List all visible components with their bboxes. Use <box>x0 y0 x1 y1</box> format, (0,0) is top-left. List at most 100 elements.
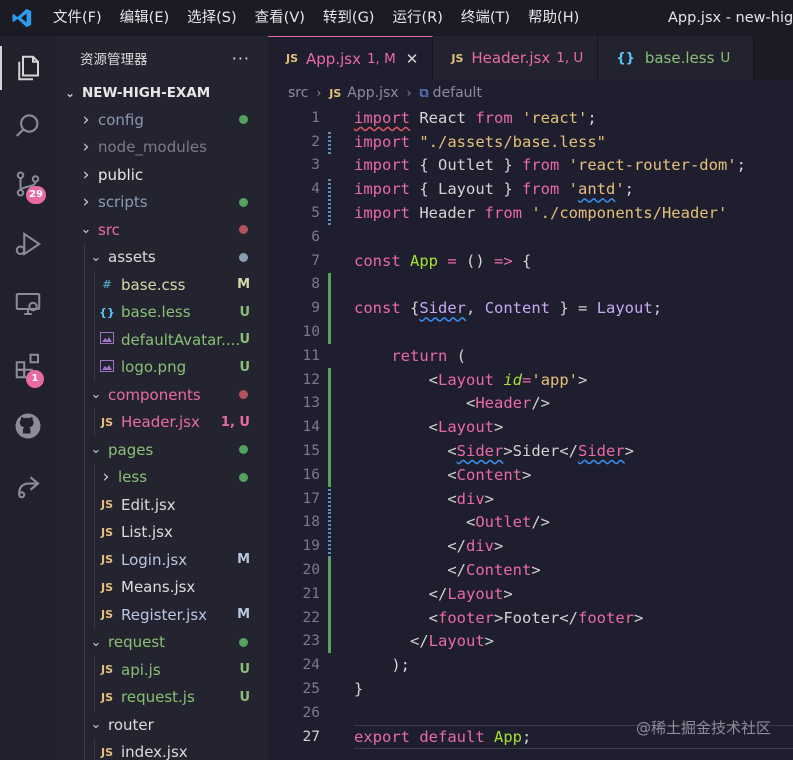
remote-explorer-button[interactable] <box>0 276 56 332</box>
menu-item[interactable]: 运行(R) <box>383 0 451 36</box>
workspace-root[interactable]: ⌄ NEW-HIGH-EXAM <box>56 80 268 106</box>
tree-folder[interactable]: › node_modules <box>56 134 268 162</box>
code-line[interactable]: 13 <Header/> <box>268 391 793 416</box>
search-button[interactable] <box>0 98 56 154</box>
tree-folder[interactable]: › public <box>56 161 268 189</box>
editor-tab[interactable]: JS App.jsx 1, M ✕ <box>268 36 434 80</box>
tree-file[interactable]: # base.css M <box>56 271 268 299</box>
tree-folder[interactable]: › less <box>56 463 268 491</box>
indent-guide <box>94 546 95 574</box>
breadcrumb: src › JS App.jsx › ⧉ default <box>268 80 793 106</box>
code-line[interactable]: 1 import React from 'react'; <box>268 106 793 130</box>
code-line[interactable]: 6 <box>268 225 793 249</box>
code-token: import <box>354 108 410 127</box>
code-line[interactable]: 3 import { Outlet } from 'react-router-do… <box>268 154 793 178</box>
tree-folder[interactable]: ⌄ router <box>56 711 268 739</box>
breadcrumb-symbol[interactable]: default <box>433 85 482 101</box>
menu-item[interactable]: 编辑(E) <box>111 0 178 36</box>
code-line[interactable]: 8 <box>268 272 793 297</box>
tree-file[interactable]: JS api.js U <box>56 656 268 684</box>
tree-file[interactable]: JS Means.jsx <box>56 573 268 601</box>
line-number: 26 <box>302 704 320 721</box>
tree-file[interactable]: JS List.jsx <box>56 518 268 546</box>
tree-file[interactable]: logo.png U <box>56 353 268 381</box>
code-line[interactable]: 7 const App = () => { <box>268 249 793 273</box>
code-line[interactable]: 5 import Header from './components/Header… <box>268 201 793 225</box>
editor-tab[interactable]: JS Header.jsx 1, U <box>433 36 599 80</box>
tree-folder[interactable]: ⌄ components <box>56 381 268 409</box>
explorer-sidebar: 资源管理器 ··· ⌄ NEW-HIGH-EXAM › config › node_m… <box>56 36 268 760</box>
tree-file[interactable]: JS Register.jsx M <box>56 601 268 629</box>
code-line[interactable]: 14 <Layout> <box>268 415 793 440</box>
tree-folder[interactable]: › config <box>56 106 268 134</box>
code-line[interactable]: 21 </Layout> <box>268 582 793 606</box>
code-line[interactable]: 18 <Outlet/> <box>268 510 793 535</box>
explorer-button[interactable] <box>0 40 56 96</box>
code-token: > <box>503 584 513 603</box>
code-line[interactable]: 20 </Content> <box>268 558 793 582</box>
code-token: footer <box>438 608 494 627</box>
indent-guide <box>94 271 95 299</box>
code-line[interactable]: 23 </Layout> <box>268 629 793 654</box>
tree-file[interactable]: JS request.js U <box>56 683 268 711</box>
menu-item[interactable]: 终端(T) <box>452 0 519 36</box>
code-line[interactable]: 22 <footer>Footer</footer> <box>268 605 793 630</box>
tree-file[interactable]: JS index.jsx <box>56 738 268 760</box>
js-file-icon: JS <box>451 51 464 65</box>
line-number: 11 <box>302 347 320 364</box>
code-token: export <box>354 727 410 746</box>
close-icon[interactable]: ✕ <box>406 50 419 68</box>
code-line[interactable]: 4 import { Layout } from 'antd'; <box>268 177 793 202</box>
code-line[interactable]: 12 <Layout id='app'> <box>268 367 793 392</box>
explorer-title: 资源管理器 <box>80 52 148 68</box>
code-token: < <box>354 489 457 508</box>
tree-folder[interactable]: › scripts <box>56 189 268 217</box>
extensions-button[interactable]: 1 <box>0 338 56 394</box>
tree-folder[interactable]: ⌄ src <box>56 216 268 244</box>
tree-file[interactable]: JS Edit.jsx <box>56 491 268 519</box>
code-line[interactable]: 25} <box>268 677 793 701</box>
tree-file[interactable]: JS Login.jsx M <box>56 546 268 574</box>
code-line[interactable]: 2 import "./assets/base.less" <box>268 129 793 154</box>
less-file-icon: {} <box>99 305 115 319</box>
code-line[interactable]: 19 </div> <box>268 534 793 559</box>
indent-guide <box>94 573 95 601</box>
tree-folder[interactable]: ⌄ assets <box>56 243 268 271</box>
tree-item-label: node_modules <box>98 138 207 157</box>
menu-item[interactable]: 查看(V) <box>246 0 314 36</box>
tab-status: 1, U <box>556 50 584 66</box>
js-file-icon: JS <box>100 608 113 622</box>
more-actions-button[interactable]: ··· <box>232 49 250 68</box>
editor-tab[interactable]: {} base.less U <box>598 36 755 80</box>
github-button[interactable] <box>0 398 56 454</box>
tree-file[interactable]: defaultAvatar.... U <box>56 326 268 354</box>
tree-file[interactable]: JS Header.jsx 1, U <box>56 408 268 436</box>
code-line[interactable]: 15 <Sider>Sider</Sider> <box>268 439 793 463</box>
menu-item[interactable]: 文件(F) <box>44 0 111 36</box>
tree-folder[interactable]: ⌄ pages <box>56 436 268 464</box>
breadcrumb-folder[interactable]: src <box>288 85 308 101</box>
git-status-dot <box>239 390 248 400</box>
menu-item[interactable]: 转到(G) <box>314 0 384 36</box>
code-line[interactable]: 9 const {Sider, Content } = Layout; <box>268 296 793 321</box>
run-debug-button[interactable] <box>0 216 56 272</box>
code-line[interactable]: 11 return ( <box>268 344 793 368</box>
code-token: import <box>354 204 410 223</box>
tree-folder[interactable]: ⌄ request <box>56 628 268 656</box>
code-token: > <box>484 489 494 508</box>
source-control-button[interactable]: 29 <box>0 156 56 212</box>
code-editor[interactable]: 1 import React from 'react'; 2 import "./as… <box>268 106 793 760</box>
menu-item[interactable]: 帮助(H) <box>519 0 588 36</box>
menu-item[interactable]: 选择(S) <box>178 0 246 36</box>
code-line[interactable]: 17 <div> <box>268 486 793 511</box>
code-text: } <box>354 680 363 698</box>
tree-file[interactable]: {} base.less U <box>56 298 268 326</box>
live-share-button[interactable] <box>0 458 56 514</box>
code-token: Outlet <box>475 513 532 532</box>
breadcrumb-file[interactable]: App.jsx <box>347 85 398 101</box>
code-line[interactable]: 24 ); <box>268 653 793 677</box>
code-line[interactable]: 10 <box>268 320 793 344</box>
git-gutter-added <box>328 367 331 392</box>
line-number: 22 <box>302 609 320 626</box>
code-line[interactable]: 16 <Content> <box>268 463 793 487</box>
